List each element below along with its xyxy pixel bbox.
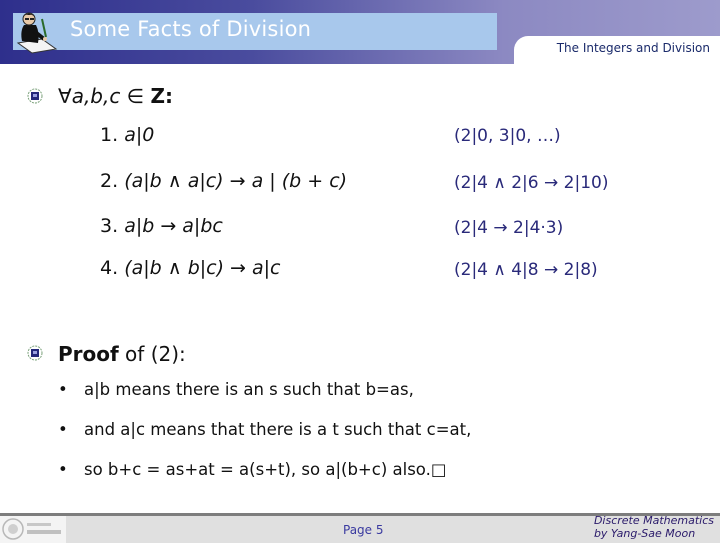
bullet-dot: • [58,380,68,399]
fact-3-example: (2|4 → 2|4·3) [454,218,564,238]
footer-bar: Page 5 Discrete Mathematics by Yang-Sae … [0,513,720,543]
slide-bullet-icon [27,88,43,104]
fact-number: 4. [100,257,119,279]
proof-heading: Proof of (2): [58,342,186,366]
statement-vars: a,b,c [71,84,121,108]
footer-credit: Discrete Mathematics by Yang-Sae Moon [594,514,714,540]
proof-label: Proof [58,342,119,366]
fact-text: a|b → a|bc [124,215,223,237]
proof-heading-rest: of (2): [118,342,186,366]
fact-1: 1. a|0 [100,124,154,146]
proof-line-text: a|b means there is an s such that b=as, [84,380,414,399]
fact-text: (a|b ∧ b|c) → a|c [124,257,281,279]
fact-4: 4. (a|b ∧ b|c) → a|c [100,257,281,279]
fact-3: 3. a|b → a|bc [100,215,223,237]
page-number: Page 5 [343,523,384,537]
integer-set: Z: [150,84,174,108]
forall-symbol: ∀ [58,84,72,108]
person-writing-icon [16,12,58,54]
fact-number: 3. [100,215,119,237]
fact-text: (a|b ∧ a|c) → a | (b + c) [124,170,348,192]
proof-line-text: and a|c means that there is a t such tha… [84,420,472,439]
bullet-dot: • [58,460,68,479]
slide-title: Some Facts of Division [70,17,312,41]
fact-1-example: (2|0, 3|0, …) [454,126,561,146]
slide-bullet-icon [27,345,43,361]
university-logo [0,516,66,543]
course-name: Discrete Mathematics [593,514,714,527]
proof-line: • so b+c = as+at = a(s+t), so a|(b+c) als… [58,460,446,479]
fact-number: 1. [100,124,119,146]
fact-2: 2. (a|b ∧ a|c) → a | (b + c) [100,170,347,192]
quantified-statement: ∀a,b,c ∈ Z: [58,84,173,108]
element-of-symbol: ∈ [120,84,151,108]
proof-line-text: so b+c = as+at = a(s+t), so a|(b+c) also… [84,460,447,479]
proof-line: • a|b means there is an s such that b=as, [58,380,414,399]
proof-line: • and a|c means that there is a t such th… [58,420,471,439]
slide-subtitle: The Integers and Division [556,41,710,55]
author-name: by Yang-Sae Moon [593,527,696,540]
bullet-dot: • [58,420,68,439]
fact-2-example: (2|4 ∧ 2|6 → 2|10) [454,173,609,193]
university-seal-icon [2,518,61,540]
fact-number: 2. [100,170,119,192]
fact-4-example: (2|4 ∧ 4|8 → 2|8) [454,260,598,280]
fact-text: a|0 [124,124,155,146]
